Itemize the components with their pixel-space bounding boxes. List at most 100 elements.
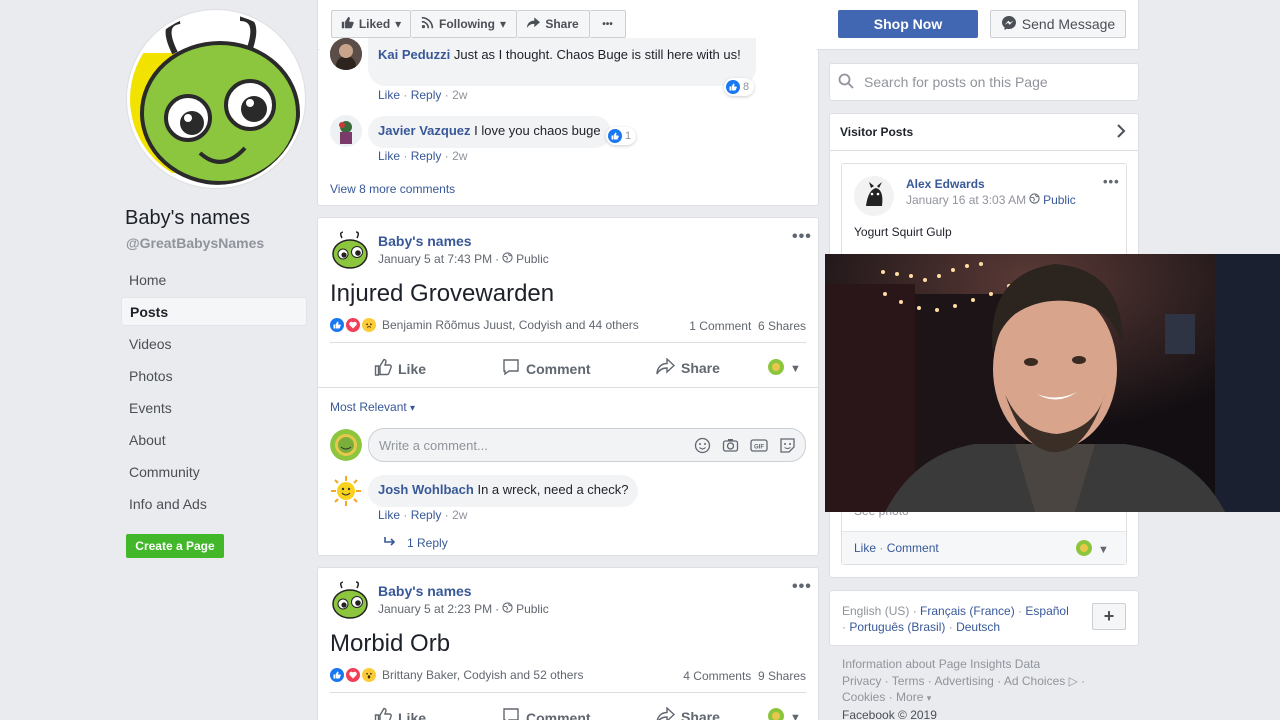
comment-age[interactable]: 2w — [452, 508, 467, 522]
shop-now-button[interactable]: Shop Now — [838, 10, 978, 38]
post-text: Morbid Orb — [330, 630, 451, 657]
create-page-button[interactable]: Create a Page — [126, 534, 224, 558]
comment-reply-link[interactable]: Reply — [411, 508, 442, 522]
post-date[interactable]: January 5 at 2:23 PM — [378, 602, 492, 616]
divider — [330, 692, 806, 693]
sticker-icon[interactable] — [779, 437, 796, 457]
comment-button[interactable]: Comment — [502, 358, 591, 379]
reaction-as-selector[interactable]: ▼ — [1076, 540, 1109, 559]
comment-like-link[interactable]: Like — [378, 149, 400, 163]
nav-info-and-ads[interactable]: Info and Ads — [121, 490, 307, 519]
comment-age[interactable]: 2w — [452, 149, 467, 163]
nav-photos[interactable]: Photos — [121, 362, 307, 391]
current-user-avatar[interactable] — [330, 429, 362, 461]
comment-sort-dropdown[interactable]: Most Relevant ▾ — [330, 400, 415, 414]
comment-reaction-count[interactable]: 8 — [724, 78, 755, 96]
ad-choices-link[interactable]: Ad Choices — [1004, 674, 1065, 688]
nav-home[interactable]: Home — [121, 266, 307, 295]
nav-about[interactable]: About — [121, 426, 307, 455]
nav-videos[interactable]: Videos — [121, 330, 307, 359]
comment-text: Just as I thought. Chaos Buge is still h… — [453, 47, 741, 62]
chevron-right-icon[interactable] — [1116, 124, 1126, 141]
nav-community[interactable]: Community — [121, 458, 307, 487]
comment-reply-link[interactable]: Reply — [411, 149, 442, 163]
post-meta: January 5 at 7:43 PM · Public — [378, 252, 549, 266]
comment-like-link[interactable]: Like — [378, 88, 400, 102]
more-link[interactable]: More — [896, 690, 923, 704]
comment-input[interactable]: Write a comment... — [368, 428, 806, 462]
avatar[interactable] — [330, 38, 362, 70]
avatar[interactable] — [330, 115, 362, 147]
share-button[interactable]: Share — [656, 706, 720, 720]
visitor-post-text: Yogurt Squirt Gulp — [854, 225, 952, 239]
page-avatar[interactable] — [330, 230, 370, 270]
reaction-summary[interactable]: Brittany Baker, Codyish and 52 others — [330, 668, 583, 682]
like-button[interactable]: Like — [374, 358, 426, 379]
visitor-post-author[interactable]: Alex Edwards — [906, 177, 985, 191]
comment-age[interactable]: 2w — [452, 88, 467, 102]
post-options-icon[interactable]: ••• — [1103, 174, 1120, 189]
commenter-name[interactable]: Josh Wohlbach — [378, 482, 474, 497]
post-author[interactable]: Baby's names — [378, 233, 472, 249]
gif-icon[interactable]: GIF — [750, 437, 768, 457]
visitor-posts-heading[interactable]: Visitor Posts — [840, 125, 913, 139]
camera-icon[interactable] — [722, 437, 739, 457]
privacy-link[interactable]: Privacy — [842, 674, 881, 688]
reaction-as-selector[interactable]: ▼ — [768, 708, 801, 720]
language-link[interactable]: Português (Brasil) — [849, 620, 945, 634]
caret-down-icon: ▾ — [926, 693, 932, 703]
globe-icon — [1029, 193, 1040, 207]
emoji-icon[interactable] — [694, 437, 711, 457]
more-options-button[interactable]: ••• — [590, 10, 626, 38]
post-text: Injured Grovewarden — [330, 280, 555, 307]
visitor-like-link[interactable]: Like — [854, 541, 876, 555]
post-date[interactable]: January 5 at 7:43 PM — [378, 252, 492, 266]
comment-reply-link[interactable]: Reply — [411, 88, 442, 102]
share-page-button[interactable]: Share — [517, 10, 590, 38]
comments-count[interactable]: 4 Comments — [683, 669, 751, 683]
comment-reaction-count[interactable]: 1 — [606, 127, 637, 145]
page-post-search[interactable]: Search for posts on this Page — [829, 63, 1139, 101]
language-link[interactable]: Deutsch — [956, 620, 1000, 634]
post-options-icon[interactable]: ••• — [792, 578, 812, 596]
like-button[interactable]: Like — [374, 707, 426, 720]
visitor-comment-link[interactable]: Comment — [887, 541, 939, 555]
page-insights-link[interactable]: Information about Page Insights Data — [842, 656, 1132, 673]
post-author[interactable]: Baby's names — [378, 583, 472, 599]
view-more-comments-link[interactable]: View 8 more comments — [330, 182, 455, 196]
reaction-summary[interactable]: Benjamin Rõõmus Juust, Codyish and 44 ot… — [330, 318, 639, 332]
comment-button[interactable]: Comment — [502, 707, 591, 720]
post-privacy: Public — [1043, 193, 1076, 207]
language-link[interactable]: Français (France) — [920, 604, 1015, 618]
shares-count[interactable]: 6 Shares — [758, 319, 806, 333]
post-date[interactable]: January 16 at 3:03 AM — [906, 193, 1026, 207]
terms-link[interactable]: Terms — [892, 674, 925, 688]
page-avatar[interactable] — [330, 580, 370, 620]
reactors-names[interactable]: Brittany Baker, Codyish and 52 others — [382, 668, 583, 682]
send-message-button[interactable]: Send Message — [990, 10, 1126, 38]
comment-bubble: Javier Vazquez I love you chaos buge — [368, 116, 611, 148]
reactors-names[interactable]: Benjamin Rõõmus Juust, Codyish and 44 ot… — [382, 318, 639, 332]
comment-like-link[interactable]: Like — [378, 508, 400, 522]
commenter-name[interactable]: Kai Peduzzi — [378, 47, 450, 62]
add-language-button[interactable]: + — [1092, 603, 1126, 630]
share-button[interactable]: Share — [656, 357, 720, 378]
nav-events[interactable]: Events — [121, 394, 307, 423]
cookies-link[interactable]: Cookies — [842, 690, 885, 704]
liked-button[interactable]: Liked ▾ — [331, 10, 411, 38]
commenter-name[interactable]: Javier Vazquez — [378, 123, 471, 138]
advertising-link[interactable]: Advertising — [934, 674, 993, 688]
comments-count[interactable]: 1 Comment — [689, 319, 751, 333]
avatar[interactable] — [330, 475, 362, 507]
avatar[interactable] — [854, 176, 894, 216]
nav-posts[interactable]: Posts — [121, 297, 307, 326]
language-link[interactable]: Español — [1025, 604, 1068, 618]
post-options-icon[interactable]: ••• — [792, 228, 812, 246]
page-mini-avatar-icon — [1076, 540, 1092, 559]
reaction-as-selector[interactable]: ▼ — [768, 359, 801, 378]
view-replies-link[interactable]: 1 Reply — [384, 536, 448, 550]
search-input[interactable]: Search for posts on this Page — [864, 74, 1048, 90]
shares-count[interactable]: 9 Shares — [758, 669, 806, 683]
following-button[interactable]: Following ▾ — [411, 10, 517, 38]
page-profile-picture[interactable] — [127, 10, 305, 188]
